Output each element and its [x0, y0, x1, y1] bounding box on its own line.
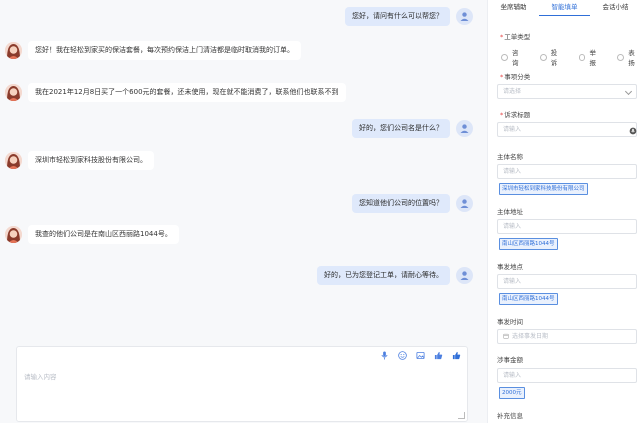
order-type-label: *工单类型 — [500, 33, 531, 41]
subject-input[interactable]: 请输入 — [497, 164, 637, 179]
message-bubble: 您好！我在轻松到家买的保洁套餐，每次预约保洁上门清洁都是临时取消我的订单。 — [28, 41, 301, 60]
main-address-label: 主体地址 — [497, 208, 523, 216]
user-avatar-icon — [456, 120, 473, 137]
event-address-label: 事发地点 — [497, 263, 523, 271]
extra-info-label: 补充信息 — [497, 412, 523, 420]
order-type-radio-group: 咨询 投诉 举报 表扬 — [501, 47, 640, 67]
message-bubble: 您知道他们公司的位置吗？ — [352, 194, 450, 213]
user-avatar-icon — [456, 8, 473, 25]
message-composer — [16, 346, 468, 422]
tab-smart-fill[interactable]: 智能填单 — [539, 0, 590, 16]
message-user: 您知道他们公司的位置吗？ — [352, 194, 473, 213]
event-time-label: 事发时间 — [497, 318, 523, 326]
image-icon[interactable] — [416, 351, 425, 360]
event-address-suggestion-chip[interactable]: 南山区西丽路1044号 — [499, 293, 558, 305]
message-bubble: 好的，已为您登记工单，请耐心等待。 — [317, 266, 450, 285]
app-root: 您好，请问有什么可以帮您？ 您好！我在轻松到家买的保洁套餐，每次预约保洁上门清洁… — [0, 0, 640, 423]
amount-label: 涉事金额 — [497, 356, 523, 364]
message-bot: 您好！我在轻松到家买的保洁套餐，每次预约保洁上门清洁都是临时取消我的订单。 — [5, 41, 301, 60]
amount-input[interactable]: 请输入 — [497, 368, 637, 383]
tab-agent-assist[interactable]: 坐席辅助 — [488, 0, 539, 16]
radio-circle-icon — [539, 53, 547, 61]
bot-avatar-icon — [5, 152, 22, 169]
message-bubble: 我查的他们公司是在南山区西丽路1044号。 — [28, 225, 179, 244]
radio-report[interactable]: 举报 — [578, 47, 603, 67]
message-user: 好的，您们公司名是什么？ — [352, 119, 473, 138]
radio-circle-icon — [617, 53, 625, 61]
form-panel: 坐席辅助 智能填单 会话小结 *工单类型 咨询 投诉 举报 表扬 *事项分类 请… — [487, 0, 640, 423]
thumbs-up-icon[interactable] — [434, 351, 443, 360]
message-bot: 深圳市轻松到家科技股份有限公司。 — [5, 151, 154, 170]
bot-avatar-icon — [5, 84, 22, 101]
radio-complaint[interactable]: 投诉 — [539, 47, 564, 67]
title-input[interactable]: 请输入 — [497, 122, 637, 137]
category-select[interactable]: 请选择 — [497, 84, 637, 99]
title-label: *诉求标题 — [500, 111, 531, 119]
radio-praise[interactable]: 表扬 — [617, 47, 640, 67]
radio-consult[interactable]: 咨询 — [501, 47, 525, 67]
event-address-input[interactable]: 请输入 — [497, 274, 637, 289]
composer-toolbar — [380, 351, 461, 360]
subject-suggestion-chip[interactable]: 深圳市轻松到家科技股份有限公司 — [499, 183, 588, 195]
message-input[interactable] — [22, 369, 462, 417]
category-label: *事项分类 — [500, 73, 531, 81]
bot-avatar-icon — [5, 42, 22, 59]
message-bot: 我在2021年12月8日买了一个600元的套餐，还未使用，现在就不能消费了，联系… — [5, 83, 346, 102]
user-avatar-icon — [456, 195, 473, 212]
message-bubble: 我在2021年12月8日买了一个600元的套餐，还未使用，现在就不能消费了，联系… — [28, 83, 346, 102]
main-address-suggestion-chip[interactable]: 南山区西丽路1044号 — [499, 238, 558, 250]
thumbs-up-filled-icon[interactable] — [452, 351, 461, 360]
message-bot: 我查的他们公司是在南山区西丽路1044号。 — [5, 225, 179, 244]
event-time-picker[interactable]: 选择事发日期 — [497, 329, 637, 344]
message-bubble: 好的，您们公司名是什么？ — [352, 119, 450, 138]
chat-area: 您好，请问有什么可以帮您？ 您好！我在轻松到家买的保洁套餐，每次预约保洁上门清洁… — [0, 0, 487, 423]
panel-tabs: 坐席辅助 智能填单 会话小结 — [488, 0, 640, 16]
message-bubble: 深圳市轻松到家科技股份有限公司。 — [28, 151, 154, 170]
calendar-icon — [503, 333, 509, 339]
user-avatar-icon — [456, 267, 473, 284]
microphone-icon[interactable] — [380, 351, 389, 360]
amount-suggestion-chip[interactable]: 2000元 — [499, 387, 525, 399]
bot-avatar-icon — [5, 226, 22, 243]
radio-circle-icon — [501, 53, 508, 61]
message-user: 您好，请问有什么可以帮您？ — [345, 7, 473, 26]
subject-label: 主体名称 — [497, 153, 523, 161]
emoji-icon[interactable] — [398, 351, 407, 360]
resize-handle[interactable] — [458, 412, 465, 419]
tab-session-summary[interactable]: 会话小结 — [590, 0, 640, 16]
radio-circle-icon — [578, 53, 586, 61]
voice-input-icon[interactable] — [629, 127, 637, 135]
chevron-down-icon — [624, 87, 633, 96]
message-user: 好的，已为您登记工单，请耐心等待。 — [317, 266, 473, 285]
main-address-input[interactable]: 请输入 — [497, 219, 637, 234]
message-bubble: 您好，请问有什么可以帮您？ — [345, 7, 450, 26]
